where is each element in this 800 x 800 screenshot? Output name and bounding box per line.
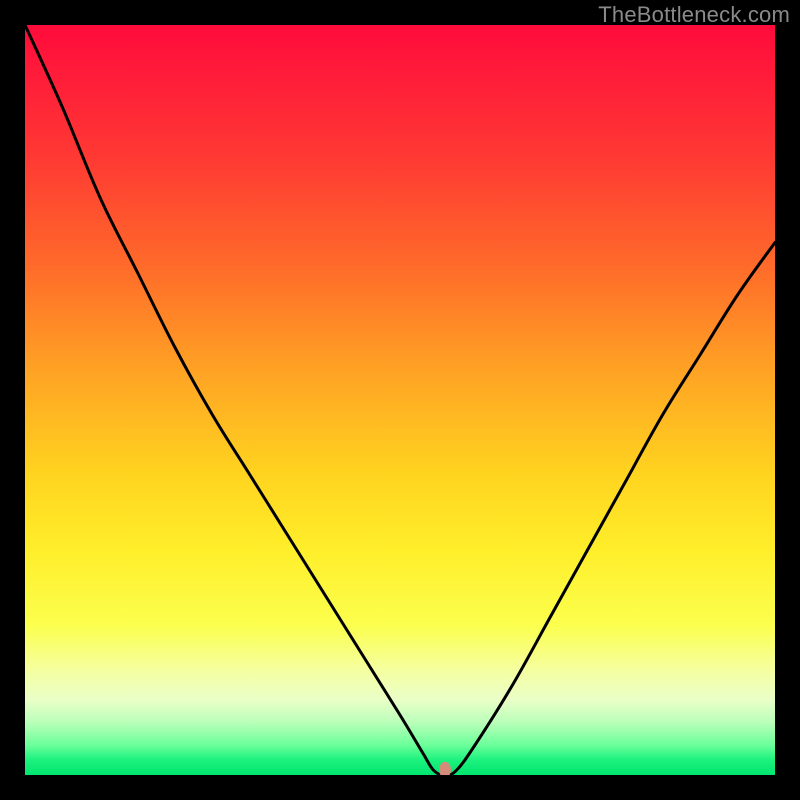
plot-area [25, 25, 775, 775]
bottleneck-curve [25, 25, 775, 775]
minimum-marker [439, 762, 451, 775]
curve-path [25, 25, 775, 775]
chart-frame: TheBottleneck.com [0, 0, 800, 800]
